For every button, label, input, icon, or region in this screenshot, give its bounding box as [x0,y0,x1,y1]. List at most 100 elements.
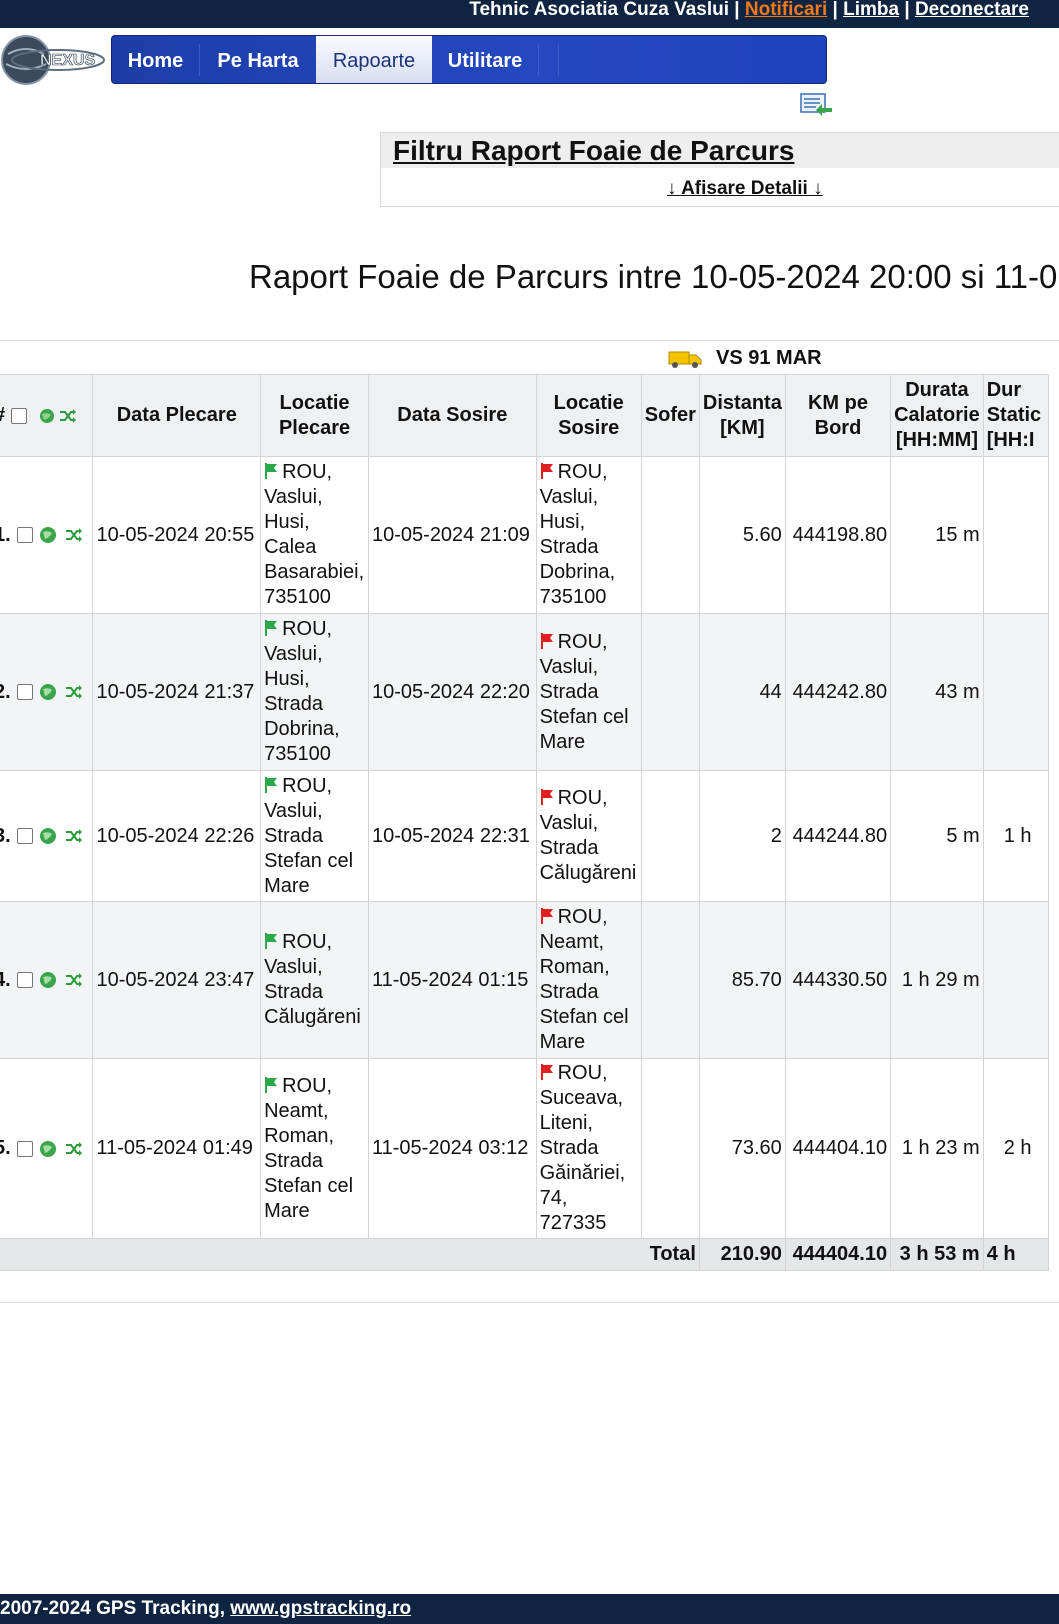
arrival-location[interactable]: ROU, Suceava, Liteni, Strada Găinăriei, … [535,1058,642,1239]
arrival-location[interactable]: ROU, Vaslui, Strada Stefan cel Mare [535,613,642,771]
end-flag-icon [540,463,553,479]
globe-icon[interactable] [39,1140,59,1158]
departure-location[interactable]: ROU, Vaslui, Husi, Calea Basarabiei, 735… [260,456,369,614]
row-index-cell: 2. [0,613,94,771]
shuffle-icon[interactable] [65,1141,83,1157]
distance: 5.60 [698,456,786,614]
departure-location-text: ROU, Vaslui, Husi, Calea Basarabiei, 735… [264,461,365,608]
show-details-link[interactable]: ↓ Afisare Detalii ↓ [667,178,823,200]
end-flag-icon [540,632,553,649]
nav-reports[interactable]: Rapoarte [316,36,432,83]
travel-duration: 43 m [890,613,984,771]
shuffle-icon[interactable] [65,828,83,844]
end-flag-icon [540,1064,553,1080]
filter-title[interactable]: Filtru Raport Foaie de Parcurs [381,133,1059,168]
arrival-location-text: ROU, Vaslui, Husi, Strada Dobrina, 73510… [539,461,616,608]
col-arrival-location[interactable]: Locatie Sosire [535,374,642,457]
departure-location[interactable]: ROU, Vaslui, Strada Călugăreni [260,901,369,1059]
arrival-location[interactable]: ROU, Vaslui, Husi, Strada Dobrina, 73510… [535,456,642,614]
arrival-location[interactable]: ROU, Neamt, Roman, Strada Stefan cel Mar… [535,901,642,1059]
departure-location[interactable]: ROU, Vaslui, Husi, Strada Dobrina, 73510… [260,613,369,771]
main-nav: Home Pe Harta Rapoarte Utilitare [111,35,827,84]
stop-duration [982,901,1050,1059]
total-odometer: 444404.10 [784,1238,892,1271]
row-index: 3. [0,824,11,847]
truck-icon [668,351,702,368]
col-distance[interactable]: Distanta [KM] [698,374,786,457]
globe-icon[interactable] [39,971,59,989]
shuffle-icon[interactable] [59,408,77,424]
driver [640,456,700,614]
end-flag-icon [540,908,553,924]
travel-duration: 5 m [890,770,984,902]
notifications-link[interactable]: Notificari [745,0,827,20]
col-driver[interactable]: Sofer [640,374,700,457]
stop-duration: 1 h [982,770,1050,902]
departure-location[interactable]: ROU, Neamt, Roman, Strada Stefan cel Mar… [260,1058,369,1239]
arrival-date: 10-05-2024 22:31 [368,770,537,902]
website-link[interactable]: www.gpstracking.ro [230,1598,411,1619]
row-checkbox[interactable] [16,527,33,544]
language-link[interactable]: Limba [843,0,899,20]
svg-text:NEXUS: NEXUS [40,52,95,69]
col-arrival-date[interactable]: Data Sosire [368,374,537,457]
col-odometer[interactable]: KM pe Bord [784,374,892,457]
row-index: 4. [0,968,11,991]
table-row[interactable]: 3. 10-05-2024 22:26ROU, Vaslui, Strada St… [0,770,1050,902]
shuffle-icon[interactable] [65,684,83,700]
separator: | [899,0,915,20]
separator: | [827,0,844,20]
table-row[interactable]: 4. 10-05-2024 23:47ROU, Vaslui, Strada Că… [0,901,1050,1059]
row-checkbox[interactable] [16,972,33,989]
end-flag-icon [540,789,553,805]
globe-icon[interactable] [39,683,59,701]
report-title: Raport Foaie de Parcurs intre 10-05-2024… [249,258,1058,295]
departure-location-text: ROU, Vaslui, Strada Călugăreni [264,931,361,1028]
logout-link[interactable]: Deconectare [915,0,1029,20]
stop-duration [982,613,1050,771]
table-row[interactable]: 2. 10-05-2024 21:37ROU, Vaslui, Husi, Str… [0,613,1050,771]
distance: 44 [698,613,786,771]
col-departure-location[interactable]: Locatie Plecare [260,374,369,457]
table-row[interactable]: 5. 11-05-2024 01:49ROU, Neamt, Roman, Str… [0,1058,1050,1239]
row-checkbox[interactable] [16,684,33,701]
arrival-location-text: ROU, Neamt, Roman, Strada Stefan cel Mar… [539,906,629,1053]
row-checkbox[interactable] [16,828,33,845]
travel-duration: 1 h 29 m [890,901,984,1059]
start-flag-icon [265,620,278,636]
row-index-cell: 4. [0,901,94,1059]
globe-icon[interactable] [39,408,59,424]
select-all-checkbox[interactable] [11,407,28,424]
departure-location[interactable]: ROU, Vaslui, Strada Stefan cel Mare [260,770,369,902]
nav-utilities[interactable]: Utilitare [432,36,538,83]
row-checkbox[interactable] [16,1140,33,1157]
nav-divider [538,44,539,76]
arrival-location-text: ROU, Suceava, Liteni, Strada Găinăriei, … [539,1062,626,1234]
export-list-icon[interactable] [800,92,834,116]
nav-map[interactable]: Pe Harta [200,36,316,83]
col-travel-duration[interactable]: Durata Calatorie [HH:MM] [890,374,984,457]
globe-icon[interactable] [39,827,59,845]
user-name: Tehnic Asociatia Cuza Vaslui [469,0,729,20]
distance: 85.70 [698,901,786,1059]
departure-date: 10-05-2024 21:37 [92,613,262,771]
arrival-location[interactable]: ROU, Vaslui, Strada Călugăreni [535,770,642,902]
nav-home[interactable]: Home [112,36,199,83]
shuffle-icon[interactable] [65,972,83,988]
departure-location-text: ROU, Neamt, Roman, Strada Stefan cel Mar… [264,1074,354,1222]
nexus-logo[interactable]: NEXUS [0,34,108,86]
globe-icon[interactable] [39,526,59,544]
report-filter-panel: Filtru Raport Foaie de Parcurs ↓ Afisare… [380,132,1059,207]
total-stop-duration: 4 h [982,1238,1050,1271]
col-stop-duration[interactable]: Dur Static [HH:I [982,374,1050,457]
departure-location-text: ROU, Vaslui, Husi, Strada Dobrina, 73510… [264,618,340,765]
totals-row: Total 210.90 444404.10 3 h 53 m 4 h [0,1238,1050,1271]
driver [640,613,700,771]
table-row[interactable]: 1. 10-05-2024 20:55ROU, Vaslui, Husi, Cal… [0,456,1050,614]
arrival-date: 11-05-2024 01:15 [368,901,537,1059]
top-bar: Tehnic Asociatia Cuza Vaslui | Notificar… [0,0,1059,28]
odometer: 444198.80 [784,456,892,614]
distance: 2 [698,770,786,902]
col-departure-date[interactable]: Data Plecare [92,374,262,457]
shuffle-icon[interactable] [65,527,83,543]
